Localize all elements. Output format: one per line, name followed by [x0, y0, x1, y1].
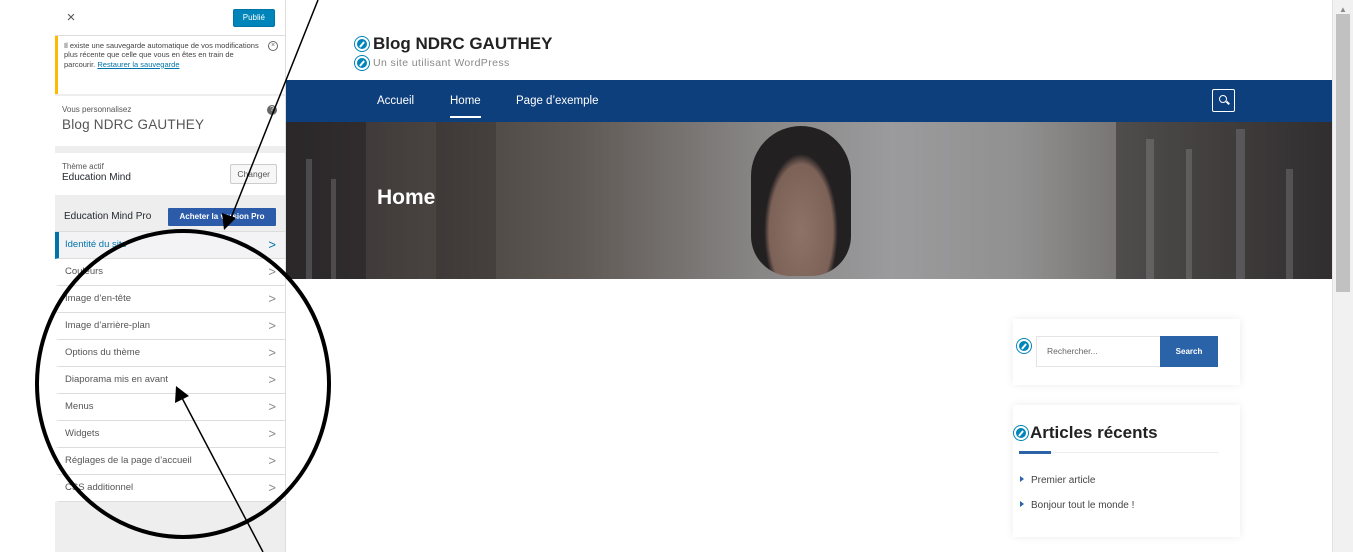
chevron-right-icon: > [268, 372, 276, 387]
search-input[interactable]: Rechercher... [1036, 336, 1160, 367]
main-navigation: Accueil Home Page d’exemple [286, 80, 1332, 122]
menu-item-colors[interactable]: Couleurs > [55, 259, 285, 286]
recent-posts-title: Articles récents [1030, 423, 1158, 442]
hero-banner: Home [286, 122, 1332, 279]
chevron-right-icon: > [268, 480, 276, 495]
change-theme-button[interactable]: Changer [230, 164, 277, 184]
search-icon[interactable] [1212, 89, 1235, 112]
menu-item-label: Options du thème [65, 347, 140, 358]
restore-link[interactable]: Restaurer la sauvegarde [97, 60, 179, 69]
nav-item-home[interactable]: Home [450, 80, 481, 122]
menu-item-homepage-settings[interactable]: Réglages de la page d’accueil > [55, 448, 285, 475]
scroll-up-icon[interactable]: ▲ [1339, 5, 1347, 14]
dismiss-icon[interactable]: × [268, 41, 278, 51]
menu-item-background-image[interactable]: Image d’arrière-plan > [55, 313, 285, 340]
scroll-thumb[interactable] [1336, 14, 1350, 292]
chevron-right-icon: > [268, 264, 276, 279]
search-widget: Rechercher... Search [1013, 319, 1240, 385]
autosave-notice: Il existe une sauvegarde automatique de … [55, 36, 285, 94]
close-icon[interactable]: × [63, 10, 79, 26]
menu-item-label: Menus [65, 401, 94, 412]
chevron-right-icon: > [268, 237, 276, 252]
customizing-label: Vous personnalisez [62, 105, 132, 114]
recent-post-link[interactable]: Premier article [1020, 475, 1095, 486]
site-preview: Blog NDRC GAUTHEY Un site utilisant Word… [286, 0, 1332, 552]
menu-item-label: Image d’arrière-plan [65, 320, 151, 331]
menu-item-label: Réglages de la page d’accueil [65, 455, 192, 466]
menu-item-theme-options[interactable]: Options du thème > [55, 340, 285, 367]
recent-posts-widget: Articles récents Premier article Bonjour… [1013, 405, 1240, 537]
publish-button[interactable]: Publié [232, 9, 275, 27]
sidebar-header: × Publié [55, 0, 285, 36]
pro-upsell: Education Mind Pro Acheter la version Pr… [55, 203, 285, 230]
menu-item-label: Image d’en-tête [65, 293, 132, 304]
menu-item-additional-css[interactable]: CSS additionnel > [55, 475, 285, 502]
menu-item-label: CSS additionnel [65, 482, 134, 493]
customizing-title: Blog NDRC GAUTHEY [62, 117, 205, 132]
menu-item-label: Widgets [65, 428, 100, 439]
customizer-menu: Identité du site > Couleurs > Image d’en-t… [55, 231, 285, 502]
menu-item-site-identity[interactable]: Identité du site > [55, 232, 285, 259]
customizer-window: × Publié Il existe une sauvegarde automa… [0, 0, 1353, 552]
title-underline [1019, 451, 1051, 454]
pencil-edit-icon[interactable] [355, 56, 369, 70]
hero-title: Home [377, 186, 436, 209]
buy-pro-button[interactable]: Acheter la version Pro [168, 208, 276, 226]
menu-item-label: Diaporama mis en avant [65, 374, 168, 385]
site-title[interactable]: Blog NDRC GAUTHEY [373, 34, 552, 54]
chevron-right-icon: > [268, 345, 276, 360]
help-icon[interactable]: ? [267, 105, 277, 115]
menu-item-featured-slider[interactable]: Diaporama mis en avant > [55, 367, 285, 394]
chevron-right-icon: > [268, 318, 276, 333]
pencil-edit-icon[interactable] [1017, 339, 1031, 353]
pencil-edit-icon[interactable] [355, 37, 369, 51]
pro-label: Education Mind Pro [64, 211, 152, 222]
chevron-right-icon: > [268, 453, 276, 468]
customizing-info: Vous personnalisez Blog NDRC GAUTHEY ? [55, 96, 285, 146]
menu-item-menus[interactable]: Menus > [55, 394, 285, 421]
site-title-row: Blog NDRC GAUTHEY [355, 34, 552, 54]
menu-item-label: Identité du site [65, 239, 127, 250]
hero-overlay [286, 122, 1332, 279]
chevron-right-icon: > [268, 399, 276, 414]
nav-item-sample-page[interactable]: Page d’exemple [516, 80, 598, 122]
recent-post-link[interactable]: Bonjour tout le monde ! [1020, 500, 1134, 511]
menu-item-widgets[interactable]: Widgets > [55, 421, 285, 448]
nav-item-accueil[interactable]: Accueil [377, 80, 414, 122]
chevron-right-icon: > [268, 291, 276, 306]
site-tagline: Un site utilisant WordPress [373, 57, 510, 69]
search-button[interactable]: Search [1160, 336, 1218, 367]
tagline-row: Un site utilisant WordPress [355, 56, 510, 70]
recent-title-row: Articles récents [1014, 423, 1158, 443]
menu-item-header-image[interactable]: Image d’en-tête > [55, 286, 285, 313]
menu-item-label: Couleurs [65, 266, 104, 277]
active-theme-panel: Thème actif Education Mind Changer [55, 153, 285, 195]
customizer-sidebar: × Publié Il existe une sauvegarde automa… [55, 0, 286, 552]
preview-scrollbar[interactable]: ▲ [1332, 0, 1353, 552]
chevron-right-icon: > [268, 426, 276, 441]
pencil-edit-icon[interactable] [1014, 426, 1028, 440]
